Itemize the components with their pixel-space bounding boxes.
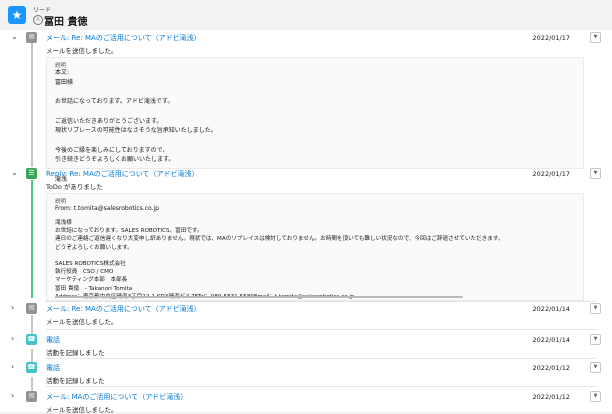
item-title-link[interactable]: メール: MAのご活用について（アドビ滝浅） bbox=[46, 392, 187, 402]
timeline-item: › ☎ 電話 2022/01/14 ▼ bbox=[0, 333, 612, 347]
chevron-down-icon[interactable]: ⌄ bbox=[11, 32, 18, 41]
dropdown-icon[interactable]: ▼ bbox=[590, 168, 601, 179]
dropdown-icon[interactable]: ▼ bbox=[590, 391, 601, 402]
dropdown-icon[interactable]: ▼ bbox=[590, 32, 601, 43]
envelope-icon: ✉ bbox=[26, 303, 37, 314]
item-date: 2022/01/14 bbox=[532, 336, 570, 344]
item-detail: 説明 From: t.tomita@salesrobotics.co.jp 滝浅… bbox=[46, 193, 584, 301]
chevron-right-icon[interactable]: › bbox=[11, 303, 14, 312]
detail-from: From: t.tomita@salesrobotics.co.jp bbox=[55, 205, 159, 212]
timeline-item: › ☎ 電話 2022/01/12 ▼ bbox=[0, 361, 612, 375]
timeline-item: › ✉ メール: Re: MAのご活用について（アドビ滝浅） 2022/01/1… bbox=[0, 302, 612, 316]
dropdown-icon[interactable]: ▼ bbox=[590, 303, 601, 314]
item-title-link[interactable]: 電話 bbox=[46, 335, 60, 345]
chevron-right-icon[interactable]: › bbox=[11, 334, 14, 343]
item-title-link[interactable]: 電話 bbox=[46, 363, 60, 373]
item-date: 2022/01/17 bbox=[532, 170, 570, 178]
record-name: 冨田 貴徳 bbox=[44, 17, 88, 28]
activity-timeline: ⌄ ✉ メール: Re: MAのご活用について（アドビ滝浅） 2022/01/1… bbox=[0, 30, 612, 414]
divider bbox=[46, 386, 596, 387]
item-subtitle: ToDo がありました bbox=[46, 183, 103, 191]
dropdown-icon[interactable]: ▼ bbox=[590, 362, 601, 373]
item-date: 2022/01/12 bbox=[532, 364, 570, 372]
item-subtitle: 活動を記録しました bbox=[46, 377, 105, 385]
horizontal-scrollbar[interactable] bbox=[55, 296, 463, 298]
item-title-link[interactable]: メール: Re: MAのご活用について（アドビ滝浅） bbox=[46, 33, 201, 43]
chevron-right-icon[interactable]: › bbox=[11, 391, 14, 400]
envelope-icon: ✉ bbox=[26, 32, 37, 43]
detail-text: 滝浅様 お世話になっております。SALES ROBOTICS、冨田です。 連日の… bbox=[55, 220, 504, 300]
item-date: 2022/01/14 bbox=[532, 305, 570, 313]
item-subtitle: メールを送信しました。 bbox=[46, 318, 118, 326]
record-header: ★ リード 人 冨田 貴徳 bbox=[0, 0, 612, 31]
item-subtitle: メールを送信しました。 bbox=[46, 406, 118, 414]
list-icon: ☰ bbox=[26, 168, 37, 179]
envelope-icon: ✉ bbox=[26, 391, 37, 402]
item-title-link[interactable]: Reply: Re: MAのご活用について（アドビ滝浅） bbox=[46, 169, 199, 179]
divider bbox=[46, 358, 596, 359]
person-icon: 人 bbox=[33, 15, 43, 25]
timeline-item: ⌄ ☰ Reply: Re: MAのご活用について（アドビ滝浅） 2022/01… bbox=[0, 167, 612, 181]
timeline-connector bbox=[31, 180, 33, 298]
timeline-item: ⌄ ✉ メール: Re: MAのご活用について（アドビ滝浅） 2022/01/1… bbox=[0, 31, 612, 45]
item-subtitle: メールを送信しました。 bbox=[46, 47, 118, 55]
timeline-connector bbox=[31, 43, 33, 167]
dropdown-icon[interactable]: ▼ bbox=[590, 334, 601, 345]
phone-icon: ☎ bbox=[26, 362, 37, 373]
item-date: 2022/01/12 bbox=[532, 393, 570, 401]
item-detail: 説明 本文: 冨田様 お世話になっております。アドビ滝浅です。 ご返信いただきあ… bbox=[46, 57, 584, 183]
timeline-item: › ✉ メール: MAのご活用について（アドビ滝浅） 2022/01/12 ▼ bbox=[0, 390, 612, 404]
item-date: 2022/01/17 bbox=[532, 34, 570, 42]
phone-icon: ☎ bbox=[26, 334, 37, 345]
chevron-right-icon[interactable]: › bbox=[11, 362, 14, 371]
star-icon: ★ bbox=[8, 6, 26, 24]
item-title-link[interactable]: メール: Re: MAのご活用について（アドビ滝浅） bbox=[46, 304, 201, 314]
divider bbox=[46, 329, 596, 330]
chevron-down-icon[interactable]: ⌄ bbox=[11, 168, 18, 177]
item-subtitle: 活動を記録しました bbox=[46, 349, 105, 357]
